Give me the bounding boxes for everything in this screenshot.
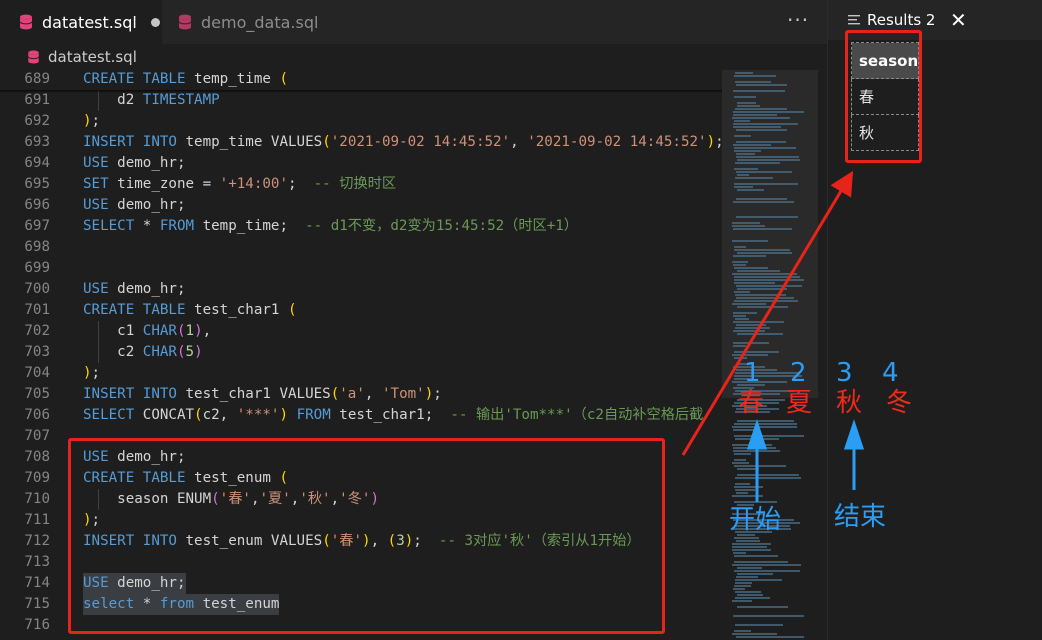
season-label: 春 xyxy=(738,388,765,418)
index-label: 2 xyxy=(790,358,807,388)
start-label: 开始 xyxy=(729,505,782,535)
end-label: 结束 xyxy=(834,502,887,532)
index-label: 3 xyxy=(836,358,853,388)
season-label: 秋 xyxy=(836,388,863,418)
index-label: 1 xyxy=(744,358,761,388)
index-label: 4 xyxy=(882,358,899,388)
blue-arrow-start xyxy=(746,419,768,502)
season-label: 冬 xyxy=(886,388,913,418)
red-arrow xyxy=(681,170,854,456)
sticky-scroll-shadow xyxy=(0,90,722,93)
blue-arrow-end xyxy=(843,419,865,490)
annotation-arrows xyxy=(681,170,865,502)
season-label: 夏 xyxy=(786,388,813,418)
